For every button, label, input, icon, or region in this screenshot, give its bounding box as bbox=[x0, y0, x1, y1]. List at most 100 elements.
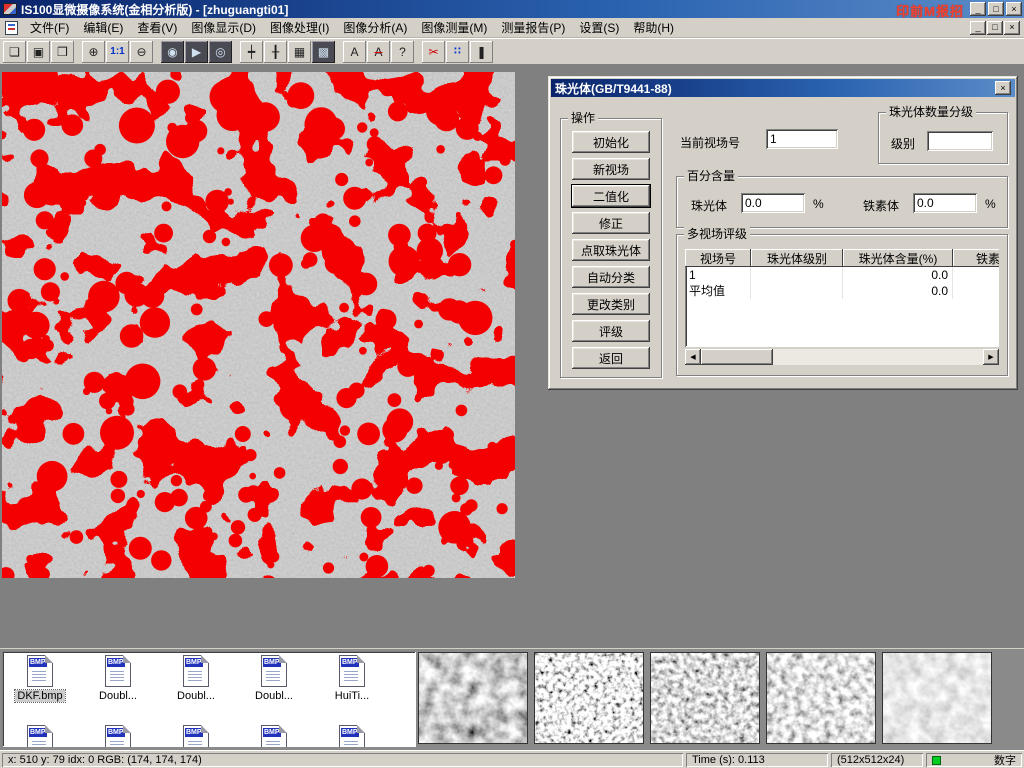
file-name: HuiTi... bbox=[333, 690, 371, 702]
grade-level-label: 级别 bbox=[891, 135, 915, 152]
camera-button[interactable]: ◉ bbox=[161, 41, 184, 63]
operation-button[interactable]: 初始化 bbox=[572, 131, 650, 153]
text-delete-button[interactable]: A bbox=[367, 41, 390, 63]
mdi-system-icon[interactable] bbox=[5, 21, 18, 35]
operation-button[interactable]: 评级 bbox=[572, 320, 650, 342]
file-item-partial[interactable]: BMP bbox=[82, 725, 154, 747]
operation-button[interactable]: 返回 bbox=[572, 347, 650, 369]
file-item-partial[interactable]: BMP bbox=[160, 725, 232, 747]
rating-table-group: 多视场评级 视场号 珠光体级别 珠光体含量(%) 铁素 1 0.0 平均值 bbox=[676, 234, 1008, 376]
save-button[interactable]: ▣ bbox=[27, 41, 50, 63]
mdi-restore-button[interactable]: □ bbox=[987, 21, 1003, 35]
file-name: Doubl... bbox=[97, 690, 139, 702]
file-item[interactable]: BMP Doubl... bbox=[82, 655, 154, 725]
header-pearlite-grade: 珠光体级别 bbox=[751, 249, 843, 267]
file-item-partial[interactable]: BMP bbox=[316, 725, 388, 747]
print-icon: ❒ bbox=[57, 45, 68, 59]
digital-indicator-icon bbox=[932, 756, 941, 765]
bmp-thumbnail-lines bbox=[188, 741, 202, 747]
cut-button[interactable]: ✂ bbox=[422, 41, 445, 63]
header-ferrite: 铁素 bbox=[953, 249, 999, 267]
count-icon: ∷ bbox=[454, 46, 461, 57]
menu-item[interactable]: 图像分析(A) bbox=[336, 19, 414, 37]
thumbnail-5[interactable] bbox=[882, 652, 992, 744]
actual-size-button[interactable]: 1:1 bbox=[106, 41, 129, 63]
close-button[interactable]: × bbox=[1006, 2, 1022, 16]
operation-button[interactable]: 点取珠光体 bbox=[572, 239, 650, 261]
ferrite-percent-input[interactable] bbox=[913, 193, 977, 213]
bmp-file-icon: BMP bbox=[105, 725, 131, 747]
scroll-left-arrow[interactable]: ◀ bbox=[685, 349, 701, 365]
help-icon: ? bbox=[399, 45, 406, 59]
operation-button[interactable]: 二值化 bbox=[572, 185, 650, 207]
operation-button[interactable]: 更改类别 bbox=[572, 293, 650, 315]
bmp-file-icon: BMP bbox=[339, 725, 365, 747]
menu-item[interactable]: 编辑(E) bbox=[76, 19, 130, 37]
file-item-partial[interactable]: BMP bbox=[4, 725, 76, 747]
measure-caliper-button[interactable]: ╂ bbox=[264, 41, 287, 63]
scroll-right-arrow[interactable]: ▶ bbox=[983, 349, 999, 365]
operation-button[interactable]: 新视场 bbox=[572, 158, 650, 180]
zoom-in-button[interactable]: ⊕ bbox=[82, 41, 105, 63]
table-hscrollbar[interactable]: ◀ ▶ bbox=[685, 349, 999, 365]
table-row[interactable]: 平均值 0.0 bbox=[685, 283, 999, 299]
cell-ferrite bbox=[953, 283, 999, 299]
open-button[interactable]: ❏ bbox=[3, 41, 26, 63]
menu-item[interactable]: 图像处理(I) bbox=[263, 19, 336, 37]
operation-button[interactable]: 自动分类 bbox=[572, 266, 650, 288]
video-button[interactable]: ▶ bbox=[185, 41, 208, 63]
ferrite-percent-unit: % bbox=[985, 197, 996, 211]
current-field-input[interactable] bbox=[766, 129, 838, 149]
file-item[interactable]: BMP HuiTi... bbox=[316, 655, 388, 725]
print-button[interactable]: ❒ bbox=[51, 41, 74, 63]
minimize-button[interactable]: _ bbox=[970, 2, 986, 16]
text-label-button[interactable]: A bbox=[343, 41, 366, 63]
operation-button[interactable]: 修正 bbox=[572, 212, 650, 234]
dialog-title-bar[interactable]: 珠光体(GB/T9441-88) × bbox=[551, 79, 1015, 97]
header-field-no: 视场号 bbox=[685, 249, 751, 267]
menu-item[interactable]: 图像显示(D) bbox=[184, 19, 263, 37]
menu-bar: 文件(F) 编辑(E) 查看(V) 图像显示(D) 图像处理(I) 图像分析(A… bbox=[0, 18, 1024, 38]
thumbnail-1[interactable] bbox=[418, 652, 528, 744]
zoom-out-button[interactable]: ⊖ bbox=[130, 41, 153, 63]
ruler-button[interactable]: ❚ bbox=[470, 41, 493, 63]
file-item[interactable]: BMP DKF.bmp bbox=[4, 655, 76, 725]
time-status: Time (s): 0.113 bbox=[686, 753, 828, 767]
grid-dark-button[interactable]: ▩ bbox=[312, 41, 335, 63]
pearlite-percent-input[interactable] bbox=[741, 193, 805, 213]
window-title: IS100显微摄像系统(金相分析版) - [zhuguangti01] bbox=[21, 1, 288, 18]
percent-group: 百分含量 珠光体 % 铁素体 % bbox=[676, 176, 1008, 228]
scroll-thumb[interactable] bbox=[701, 349, 773, 365]
dialog-close-button[interactable]: × bbox=[995, 81, 1011, 95]
bmp-thumbnail-lines bbox=[344, 741, 358, 747]
menu-item[interactable]: 文件(F) bbox=[23, 19, 76, 37]
menu-item[interactable]: 测量报告(P) bbox=[494, 19, 572, 37]
mdi-close-button[interactable]: × bbox=[1004, 21, 1020, 35]
cell-pearlite-grade bbox=[751, 283, 843, 299]
menu-item[interactable]: 设置(S) bbox=[572, 19, 626, 37]
metallograph-image[interactable] bbox=[2, 72, 515, 578]
bmp-file-icon: BMP bbox=[261, 655, 287, 687]
file-item[interactable]: BMP Doubl... bbox=[160, 655, 232, 725]
table-row[interactable]: 1 0.0 bbox=[685, 267, 999, 283]
mdi-minimize-button[interactable]: _ bbox=[970, 21, 986, 35]
capture-button[interactable]: ◎ bbox=[209, 41, 232, 63]
thumbnail-3[interactable] bbox=[650, 652, 760, 744]
grade-level-input[interactable] bbox=[927, 131, 993, 151]
menu-item[interactable]: 图像测量(M) bbox=[414, 19, 494, 37]
thumbnail-4[interactable] bbox=[766, 652, 876, 744]
file-item-partial[interactable]: BMP bbox=[238, 725, 310, 747]
metallograph-svg bbox=[2, 72, 515, 578]
menu-item[interactable]: 帮助(H) bbox=[626, 19, 681, 37]
scroll-track[interactable] bbox=[773, 349, 983, 365]
bmp-file-icon: BMP bbox=[339, 655, 365, 687]
grid-button[interactable]: ▦ bbox=[288, 41, 311, 63]
menu-item[interactable]: 查看(V) bbox=[130, 19, 184, 37]
help-button[interactable]: ? bbox=[391, 41, 414, 63]
maximize-button[interactable]: □ bbox=[988, 2, 1004, 16]
measure-cross-button[interactable]: ┿ bbox=[240, 41, 263, 63]
count-button[interactable]: ∷ bbox=[446, 41, 469, 63]
thumbnail-2[interactable] bbox=[534, 652, 644, 744]
file-item[interactable]: BMP Doubl... bbox=[238, 655, 310, 725]
bmp-file-icon: BMP bbox=[105, 655, 131, 687]
